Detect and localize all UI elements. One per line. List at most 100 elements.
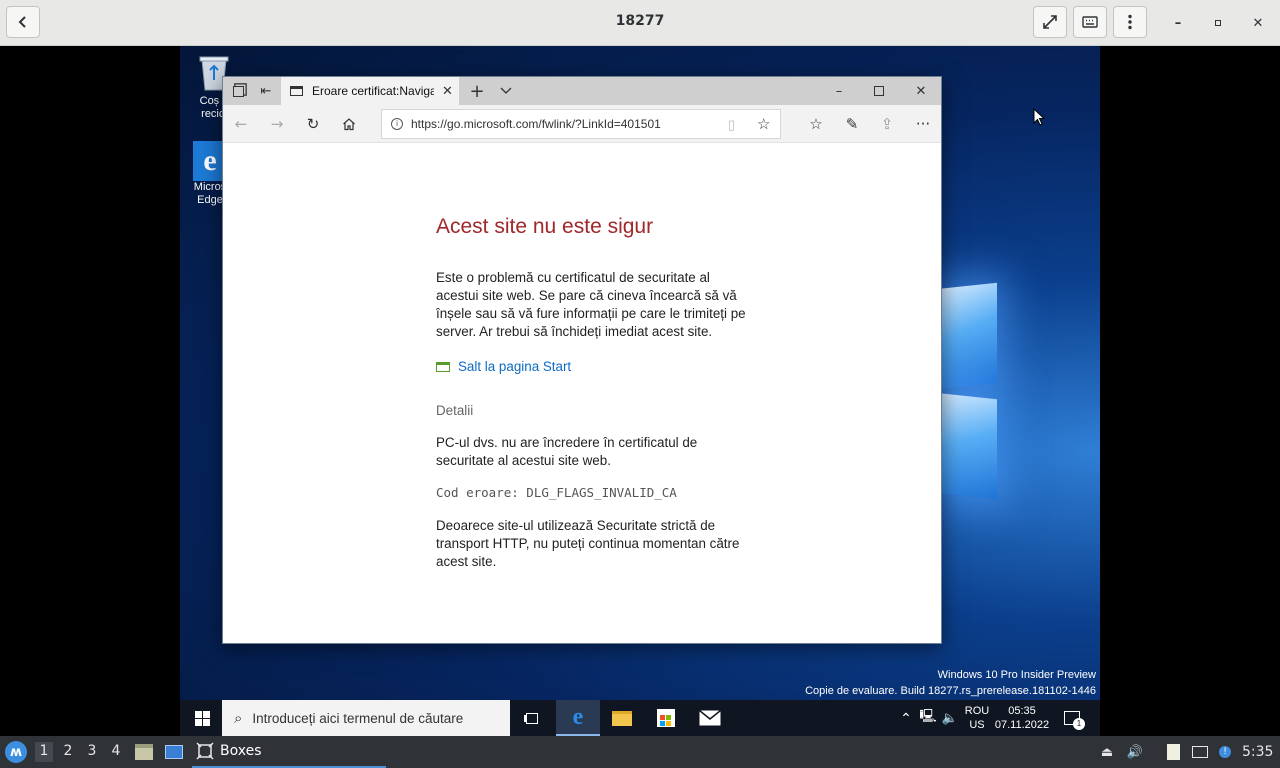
host-clock[interactable]: 5:35: [1242, 744, 1273, 760]
window-maximize-button[interactable]: [870, 82, 888, 100]
task-view-button[interactable]: [510, 700, 554, 736]
folder-icon: [612, 710, 632, 726]
host-panel: ʍ 1 2 3 4 Boxes ⏏ 🔊 ! 5:35: [0, 736, 1280, 768]
share-icon: ⇪: [880, 115, 894, 133]
edge-window[interactable]: ⇤ Eroare certificat:Navigat ✕ + – ✕ ← → …: [222, 76, 942, 644]
close-button[interactable]: ✕: [1247, 12, 1269, 34]
fullscreen-icon: [1043, 15, 1057, 29]
speaker-icon: 🔈: [941, 710, 959, 725]
show-hidden-icons-button[interactable]: ⌃: [898, 700, 914, 736]
maximize-button[interactable]: [1207, 12, 1229, 34]
taskbar-search-box[interactable]: ⌕ Introduceți aici termenul de căutare: [222, 700, 510, 736]
home-icon: [343, 118, 355, 131]
clock-button[interactable]: 05:35 07.11.2022: [992, 700, 1052, 736]
start-page-icon: [436, 361, 450, 372]
volume-button[interactable]: 🔊: [1124, 742, 1146, 762]
close-tab-icon[interactable]: ✕: [442, 83, 453, 99]
action-center-button[interactable]: 1: [1058, 700, 1086, 736]
chevron-down-icon: [500, 87, 512, 94]
taskbar-file-explorer-button[interactable]: [600, 700, 644, 736]
search-placeholder[interactable]: Introduceți aici termenul de căutare: [252, 711, 463, 726]
site-info-icon[interactable]: i: [391, 118, 403, 130]
refresh-icon: ↻: [306, 115, 320, 133]
new-tab-button[interactable]: +: [468, 80, 486, 102]
workspace-4[interactable]: 4: [107, 743, 125, 759]
web-note-button[interactable]: ✎: [842, 114, 862, 134]
windows-logo-pane: [935, 282, 997, 390]
network-button[interactable]: [1189, 742, 1211, 762]
show-tabs-button[interactable]: ⇤: [257, 82, 275, 100]
tab-bar: ⇤ Eroare certificat:Navigat ✕ + – ✕: [223, 77, 941, 105]
kebab-menu-icon: [1128, 14, 1132, 30]
plus-icon: +: [469, 80, 485, 102]
start-page-link-text[interactable]: Salt la pagina Start: [458, 359, 571, 374]
boxes-task-label: Boxes: [220, 743, 262, 759]
workspace-3[interactable]: 3: [83, 743, 101, 759]
build-watermark-line2: Copie de evaluare. Build 18277.rs_prerel…: [805, 685, 1096, 697]
guest-display[interactable]: Coș d recicl e Micros Edge ⇤ Eroare cert…: [0, 46, 1280, 736]
search-icon: ⌕: [234, 709, 243, 727]
clipboard-icon: [1166, 744, 1180, 760]
close-icon: ✕: [1252, 15, 1264, 31]
mouse-pointer-icon: [1033, 108, 1045, 126]
more-button[interactable]: ···: [913, 114, 933, 134]
app-menu-button[interactable]: ʍ: [5, 741, 27, 763]
file-manager-launcher[interactable]: [133, 742, 155, 762]
window-minimize-button[interactable]: –: [830, 82, 848, 100]
pen-icon: ✎: [845, 115, 859, 133]
taskbar-store-button[interactable]: [644, 700, 688, 736]
share-button[interactable]: ⇪: [877, 114, 897, 134]
viewer-header: 18277 – ✕: [0, 0, 1280, 46]
forward-button[interactable]: →: [267, 114, 287, 134]
eject-button[interactable]: ⏏: [1096, 742, 1118, 762]
workspace-1[interactable]: 1: [35, 742, 53, 762]
set-aside-tabs-button[interactable]: [229, 82, 247, 100]
address-bar[interactable]: i https://go.microsoft.com/fwlink/?LinkI…: [381, 109, 781, 139]
favorites-list-icon: ☆: [809, 115, 823, 133]
tab-title: Eroare certificat:Navigat: [312, 84, 434, 98]
notification-count: 1: [1073, 718, 1085, 730]
taskbar-edge-button[interactable]: e: [556, 700, 600, 736]
monitor-icon: [165, 745, 183, 759]
lang-top: ROU: [964, 705, 990, 717]
taskbar-mail-button[interactable]: [688, 700, 732, 736]
details-heading[interactable]: Detalii: [436, 402, 756, 420]
window-close-button[interactable]: ✕: [912, 82, 930, 100]
start-page-link[interactable]: Salt la pagina Start: [436, 359, 756, 374]
speaker-icon: 🔊: [1126, 744, 1144, 760]
updates-button[interactable]: !: [1214, 742, 1236, 762]
minimize-icon: –: [835, 83, 843, 99]
windows-desktop[interactable]: Coș d recicl e Micros Edge ⇤ Eroare cert…: [180, 46, 1100, 700]
tab-error-certificate[interactable]: Eroare certificat:Navigat ✕: [281, 77, 459, 105]
menu-button[interactable]: [1113, 6, 1147, 38]
taskbar-boxes-item[interactable]: Boxes: [192, 736, 386, 768]
eject-icon: ⏏: [1100, 744, 1114, 760]
favorites-hub-button[interactable]: ☆: [806, 114, 826, 134]
start-button[interactable]: [180, 700, 224, 736]
minimize-button[interactable]: –: [1167, 12, 1189, 34]
volume-button[interactable]: 🔈: [940, 700, 960, 736]
favorite-star-icon[interactable]: ☆: [757, 115, 770, 133]
address-text[interactable]: https://go.microsoft.com/fwlink/?LinkId=…: [411, 117, 661, 131]
navigation-bar: ← → ↻ i https://go.microsoft.com/fwlink/…: [223, 105, 941, 143]
network-button[interactable]: 🖳: [918, 700, 938, 736]
reading-view-icon[interactable]: ▯: [728, 117, 735, 133]
error-page: Acest site nu este sigur Este o problemă…: [223, 143, 941, 643]
fullscreen-button[interactable]: [1033, 6, 1067, 38]
keyboard-icon: [1082, 16, 1098, 28]
workspace-2[interactable]: 2: [59, 743, 77, 759]
keyboard-button[interactable]: [1073, 6, 1107, 38]
arrow-left-icon: ←: [234, 115, 248, 133]
home-button[interactable]: [339, 114, 359, 134]
input-language-button[interactable]: ROU US: [962, 700, 992, 736]
details-text: PC-ul dvs. nu are încredere în certifica…: [436, 435, 698, 468]
tab-list-button[interactable]: [497, 82, 515, 100]
edge-icon: e: [572, 703, 584, 730]
boxes-icon: [196, 742, 214, 760]
build-watermark-line1: Windows 10 Pro Insider Preview: [937, 669, 1096, 681]
clipboard-button[interactable]: [1162, 742, 1184, 762]
windows-taskbar: ⌕ Introduceți aici termenul de căutare e…: [180, 700, 1100, 736]
refresh-button[interactable]: ↻: [303, 114, 323, 134]
terminal-launcher[interactable]: [163, 742, 185, 762]
back-button[interactable]: ←: [231, 114, 251, 134]
